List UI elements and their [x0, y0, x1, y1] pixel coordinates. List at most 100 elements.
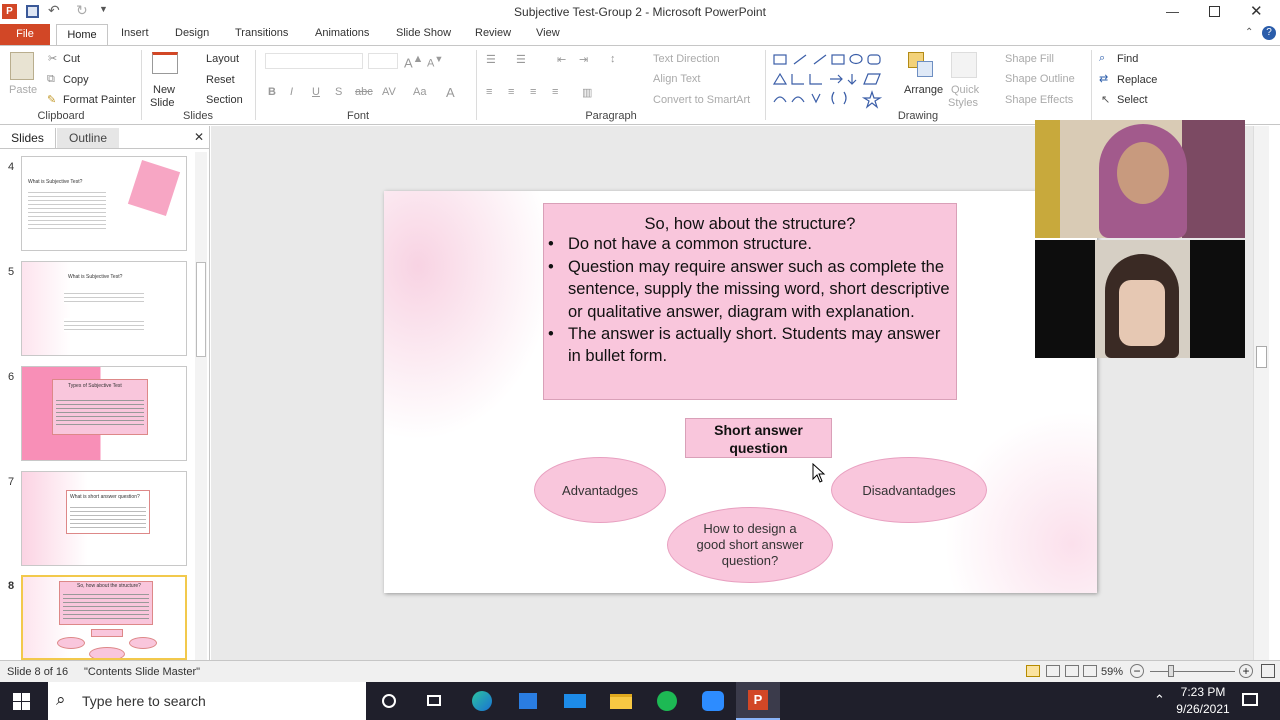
strikethrough-icon[interactable]: abc [355, 86, 373, 98]
taskbar-search-box[interactable]: ⌕ Type here to search [48, 682, 366, 720]
webcam-video-1[interactable] [1035, 120, 1245, 238]
new-slide-icon[interactable] [152, 52, 178, 74]
store-icon[interactable] [514, 687, 542, 715]
close-icon[interactable]: ✕ [1250, 2, 1263, 20]
shape-effects-button[interactable]: Shape Effects [1005, 94, 1073, 106]
tab-outline-pane[interactable]: Outline [57, 128, 119, 148]
spotify-icon[interactable] [653, 687, 681, 715]
numbering-icon[interactable]: ☰ [516, 53, 526, 66]
copy-button[interactable]: Copy [63, 74, 89, 86]
layout-button[interactable]: Layout [206, 53, 239, 65]
windows-start-icon[interactable] [13, 693, 30, 710]
shape-outline-button[interactable]: Shape Outline [1005, 73, 1075, 85]
close-pane-icon[interactable]: ✕ [194, 130, 204, 144]
cut-button[interactable]: Cut [63, 53, 80, 65]
quick-styles-label[interactable]: Quick [951, 84, 979, 96]
fit-slide-icon[interactable] [1261, 664, 1275, 678]
help-icon[interactable]: ? [1262, 26, 1276, 40]
replace-button[interactable]: Replace [1117, 74, 1157, 86]
powerpoint-taskbar-active[interactable]: P [736, 682, 780, 720]
zoom-slider[interactable] [1150, 671, 1235, 672]
disadvantages-ellipse[interactable]: Disadvantadges [831, 457, 987, 523]
mail-icon[interactable] [561, 687, 589, 715]
current-slide[interactable]: So, how about the structure? • Do not hav… [384, 191, 1097, 593]
section-button[interactable]: Section [206, 94, 243, 106]
find-button[interactable]: Find [1117, 53, 1138, 65]
tab-slides-pane[interactable]: Slides [0, 128, 56, 148]
shadow-icon[interactable]: S [335, 86, 342, 98]
italic-icon[interactable]: I [290, 86, 293, 98]
shapes-gallery[interactable] [772, 52, 892, 110]
zoom-app-icon[interactable] [699, 687, 727, 715]
slide-thumbnail-5[interactable]: What is Subjective Test? [21, 261, 187, 356]
clock-time[interactable]: 7:23 PM [1177, 685, 1229, 699]
align-text-button[interactable]: Align Text [653, 73, 701, 85]
arrange-icon[interactable] [908, 52, 934, 78]
tab-insert[interactable]: Insert [121, 27, 149, 39]
edge-browser-icon[interactable] [468, 687, 496, 715]
tab-view[interactable]: View [536, 27, 560, 39]
shape-fill-button[interactable]: Shape Fill [1005, 53, 1054, 65]
format-painter-button[interactable]: Format Painter [63, 94, 136, 106]
line-spacing-icon[interactable]: ↕ [610, 53, 616, 65]
new-slide-label[interactable]: New [153, 84, 175, 96]
decrease-indent-icon[interactable]: ⇤ [557, 53, 566, 66]
increase-indent-icon[interactable]: ⇥ [579, 53, 588, 66]
font-name-dropdown[interactable] [265, 53, 363, 69]
slideshow-view-icon[interactable] [1083, 665, 1097, 677]
font-color-icon[interactable]: A [446, 85, 455, 100]
zoom-level[interactable]: 59% [1101, 666, 1123, 678]
text-direction-button[interactable]: Text Direction [653, 53, 720, 65]
slide-sorter-icon[interactable] [1046, 665, 1060, 677]
slide-thumbnail-6[interactable]: Types of Subjective Test [21, 366, 187, 461]
paste-icon[interactable] [10, 52, 34, 80]
editor-scrollbar[interactable] [1253, 126, 1269, 660]
align-center-icon[interactable]: ≡ [508, 86, 514, 98]
slide-thumbnail-8[interactable]: So, how about the structure? [21, 575, 187, 660]
tray-chevron-icon[interactable]: ⌃ [1154, 692, 1165, 708]
bold-icon[interactable]: B [268, 86, 276, 98]
grow-font-icon[interactable]: A▲ [404, 53, 423, 70]
slide-thumbnail-7[interactable]: What is short answer question? [21, 471, 187, 566]
char-spacing-icon[interactable]: AV [382, 86, 396, 98]
advantages-ellipse[interactable]: Advantadges [534, 457, 666, 523]
underline-icon[interactable]: U [312, 86, 320, 98]
cortana-icon[interactable] [376, 687, 404, 715]
structure-textbox[interactable]: So, how about the structure? • Do not hav… [543, 203, 957, 400]
task-view-icon[interactable] [421, 687, 449, 715]
columns-icon[interactable]: ▥ [582, 86, 592, 99]
maximize-icon[interactable] [1209, 6, 1220, 17]
tab-slide-show[interactable]: Slide Show [396, 27, 451, 39]
new-slide-label-2[interactable]: Slide [150, 97, 174, 109]
file-explorer-icon[interactable] [607, 687, 635, 715]
justify-icon[interactable]: ≡ [552, 86, 558, 98]
reset-button[interactable]: Reset [206, 74, 235, 86]
pane-scrollbar[interactable] [195, 152, 207, 660]
zoom-in-icon[interactable]: + [1239, 664, 1253, 678]
tab-design[interactable]: Design [175, 27, 209, 39]
align-right-icon[interactable]: ≡ [530, 86, 536, 98]
webcam-video-2[interactable] [1035, 240, 1245, 358]
paste-button[interactable]: Paste [9, 84, 37, 96]
reading-view-icon[interactable] [1065, 665, 1079, 677]
quick-styles-icon[interactable] [951, 52, 977, 78]
slide-thumbnail-4[interactable]: What is Subjective Test? [21, 156, 187, 251]
quick-styles-label-2[interactable]: Styles [948, 97, 978, 109]
notifications-icon[interactable] [1242, 693, 1258, 706]
tab-transitions[interactable]: Transitions [235, 27, 288, 39]
zoom-out-icon[interactable]: − [1130, 664, 1144, 678]
zoom-slider-thumb[interactable] [1168, 665, 1174, 677]
arrange-button[interactable]: Arrange [904, 84, 943, 96]
bullets-icon[interactable]: ☰ [486, 53, 496, 66]
taskbar-search-input[interactable]: Type here to search [82, 693, 206, 709]
minimize-ribbon-icon[interactable]: ⌃ [1245, 27, 1253, 38]
convert-smartart-button[interactable]: Convert to SmartArt [653, 94, 750, 106]
minimize-icon[interactable]: — [1166, 4, 1179, 19]
tab-animations[interactable]: Animations [315, 27, 369, 39]
tab-home[interactable]: Home [56, 24, 108, 46]
normal-view-icon[interactable] [1026, 665, 1040, 677]
font-size-dropdown[interactable] [368, 53, 398, 69]
select-button[interactable]: Select [1117, 94, 1148, 106]
tab-file[interactable]: File [0, 24, 50, 45]
align-left-icon[interactable]: ≡ [486, 86, 492, 98]
